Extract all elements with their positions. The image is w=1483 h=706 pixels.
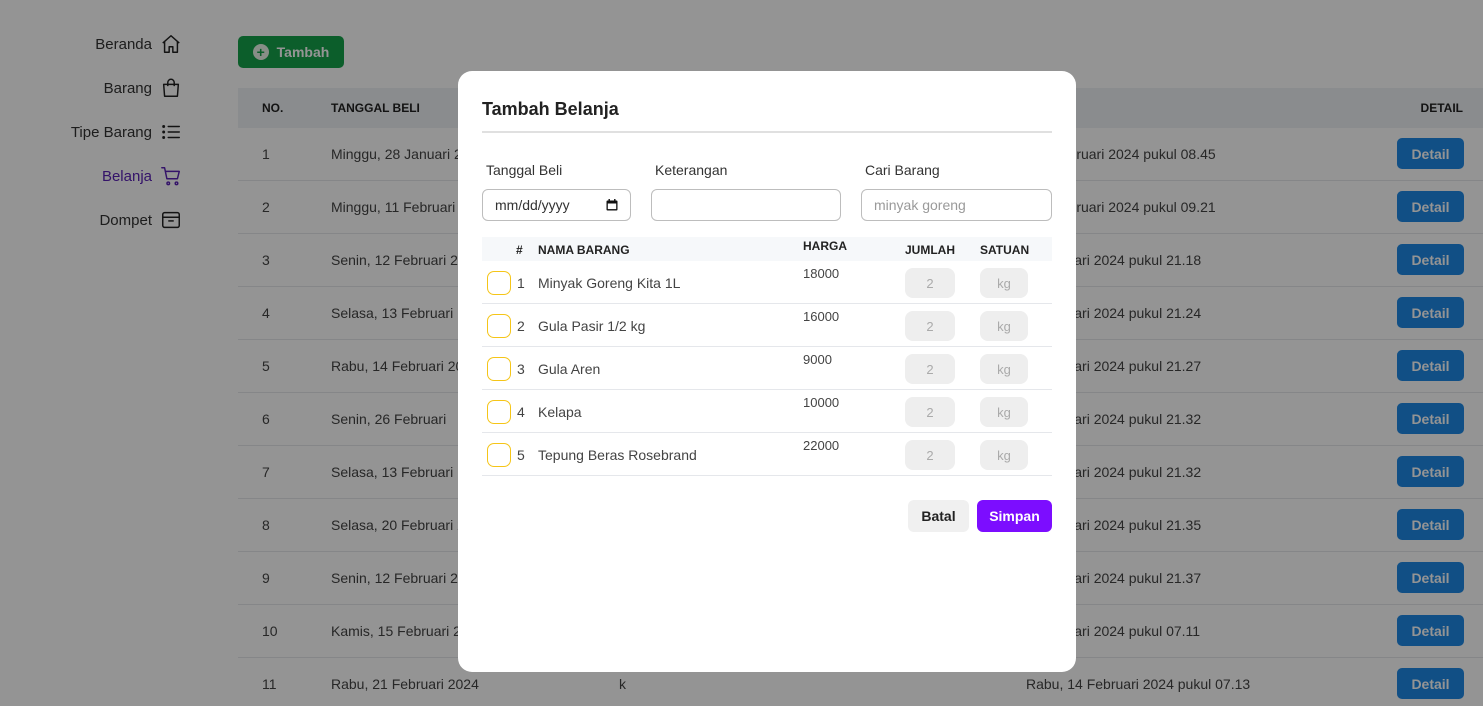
item-name: Kelapa — [538, 404, 582, 420]
item-row: 2 Gula Pasir 1/2 kg 16000 2 kg — [482, 304, 1052, 347]
item-number: 3 — [517, 361, 525, 377]
item-row: 4 Kelapa 10000 2 kg — [482, 390, 1052, 433]
item-qty-input[interactable]: 2 — [905, 268, 955, 298]
note-label: Keterangan — [655, 162, 728, 178]
save-button[interactable]: Simpan — [977, 500, 1052, 532]
add-purchase-modal: Tambah Belanja Tanggal Beli mm/dd/yyyy K… — [458, 71, 1076, 672]
item-unit-input[interactable]: kg — [980, 440, 1028, 470]
purchase-date-input[interactable]: mm/dd/yyyy — [482, 189, 631, 221]
item-row: 1 Minyak Goreng Kita 1L 18000 2 kg — [482, 261, 1052, 304]
col-index: # — [516, 243, 523, 257]
item-qty-input[interactable]: 2 — [905, 311, 955, 341]
modal-divider — [482, 131, 1052, 133]
calendar-icon[interactable] — [606, 199, 618, 211]
col-name: NAMA BARANG — [538, 243, 630, 257]
item-name: Minyak Goreng Kita 1L — [538, 275, 681, 291]
item-checkbox[interactable] — [487, 357, 511, 381]
item-number: 4 — [517, 404, 525, 420]
item-price: 9000 — [803, 352, 832, 367]
col-price: HARGA — [803, 239, 847, 253]
cancel-button[interactable]: Batal — [908, 500, 969, 532]
date-label: Tanggal Beli — [486, 162, 563, 178]
item-name: Gula Pasir 1/2 kg — [538, 318, 646, 334]
item-number: 5 — [517, 447, 525, 463]
search-label: Cari Barang — [865, 162, 940, 178]
item-row: 5 Tepung Beras Rosebrand 22000 2 kg — [482, 433, 1052, 476]
item-checkbox[interactable] — [487, 443, 511, 467]
item-unit-input[interactable]: kg — [980, 268, 1028, 298]
item-checkbox[interactable] — [487, 400, 511, 424]
items-table-header: # NAMA BARANG HARGA JUMLAH SATUAN — [482, 237, 1052, 261]
item-name: Gula Aren — [538, 361, 601, 377]
item-qty-input[interactable]: 2 — [905, 440, 955, 470]
item-qty-input[interactable]: 2 — [905, 354, 955, 384]
item-number: 1 — [517, 275, 525, 291]
note-input[interactable] — [651, 189, 841, 221]
item-price: 10000 — [803, 395, 840, 410]
item-checkbox[interactable] — [487, 314, 511, 338]
col-qty: JUMLAH — [905, 243, 955, 257]
item-unit-input[interactable]: kg — [980, 311, 1028, 341]
item-price: 22000 — [803, 438, 840, 453]
item-checkbox[interactable] — [487, 271, 511, 295]
item-unit-input[interactable]: kg — [980, 397, 1028, 427]
date-input-value: mm/dd/yyyy — [495, 197, 570, 213]
item-name: Tepung Beras Rosebrand — [538, 447, 697, 463]
search-item-input[interactable]: minyak goreng — [861, 189, 1052, 221]
item-unit-input[interactable]: kg — [980, 354, 1028, 384]
modal-title: Tambah Belanja — [482, 99, 619, 119]
item-number: 2 — [517, 318, 525, 334]
item-price: 18000 — [803, 266, 840, 281]
item-row: 3 Gula Aren 9000 2 kg — [482, 347, 1052, 390]
item-qty-input[interactable]: 2 — [905, 397, 955, 427]
item-price: 16000 — [803, 309, 840, 324]
col-unit: SATUAN — [980, 243, 1030, 257]
